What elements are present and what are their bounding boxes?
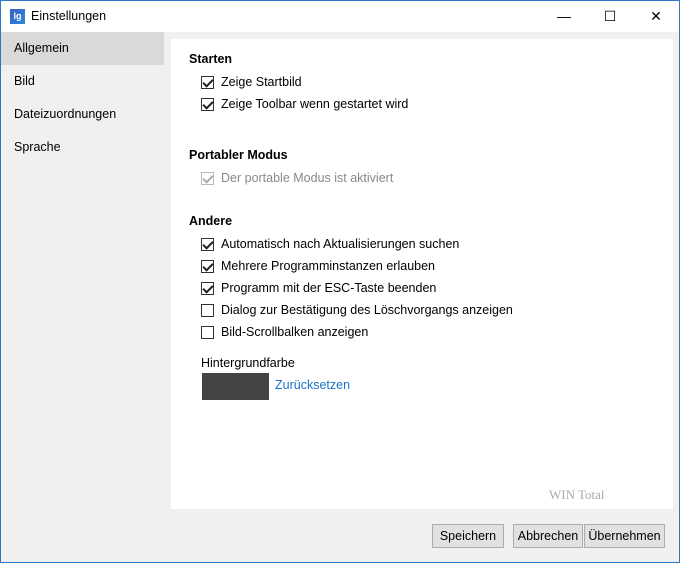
settings-panel: Starten Zeige Startbild Zeige Toolbar we… [171, 39, 673, 509]
reset-link[interactable]: Zurücksetzen [275, 378, 350, 392]
section-title-andere: Andere [189, 214, 233, 228]
minimize-button[interactable]: — [541, 1, 587, 32]
checkbox-label: Der portable Modus ist aktiviert [221, 171, 394, 185]
checkbox-instances[interactable]: Mehrere Programminstanzen erlauben [201, 258, 435, 274]
settings-window: lg Einstellungen — ☐ ✕ Allgemein Bild Da… [0, 0, 680, 563]
checkbox-icon[interactable] [201, 97, 214, 111]
watermark-logo: WIN Total [549, 487, 605, 502]
checkbox-icon[interactable] [201, 237, 214, 251]
section-title-portabel: Portabler Modus [189, 148, 288, 162]
app-icon: lg [10, 9, 25, 24]
checkbox-label: Zeige Toolbar wenn gestartet wird [221, 97, 409, 111]
checkbox-label: Bild-Scrollbalken anzeigen [221, 325, 369, 339]
sidebar-item-dateizuordnungen[interactable]: Dateizuordnungen [1, 98, 164, 131]
window-title: Einstellungen [31, 9, 107, 23]
checkbox-icon[interactable] [201, 259, 214, 273]
checkbox-toolbar[interactable]: Zeige Toolbar wenn gestartet wird [201, 96, 408, 112]
checkbox-icon[interactable] [201, 303, 214, 317]
checkbox-icon[interactable] [201, 281, 214, 295]
sidebar-item-allgemein[interactable]: Allgemein [1, 32, 164, 65]
checkbox-icon [201, 171, 214, 185]
title-bar: lg Einstellungen — ☐ ✕ [1, 1, 679, 32]
checkbox-label: Mehrere Programminstanzen erlauben [221, 259, 435, 273]
background-color-swatch[interactable] [202, 373, 269, 400]
sidebar-item-bild[interactable]: Bild [1, 65, 164, 98]
section-title-starten: Starten [189, 52, 233, 66]
checkbox-updates[interactable]: Automatisch nach Aktualisierungen suchen [201, 236, 459, 252]
apply-button[interactable]: Übernehmen [584, 524, 665, 548]
checkbox-label: Automatisch nach Aktualisierungen suchen [221, 237, 460, 251]
checkbox-delete-confirm[interactable]: Dialog zur Bestätigung des Löschvorgangs… [201, 302, 513, 318]
checkbox-esc[interactable]: Programm mit der ESC-Taste beenden [201, 280, 436, 296]
sidebar-item-sprache[interactable]: Sprache [1, 131, 164, 164]
checkbox-icon[interactable] [201, 325, 214, 339]
checkbox-icon[interactable] [201, 75, 214, 89]
save-button[interactable]: Speichern [432, 524, 504, 548]
checkbox-label: Zeige Startbild [221, 75, 302, 89]
cancel-button[interactable]: Abbrechen [513, 524, 583, 548]
checkbox-scrollbars[interactable]: Bild-Scrollbalken anzeigen [201, 324, 368, 340]
close-button[interactable]: ✕ [633, 1, 679, 32]
checkbox-portable: Der portable Modus ist aktiviert [201, 170, 393, 186]
sidebar: Allgemein Bild Dateizuordnungen Sprache [1, 32, 164, 164]
checkbox-label: Dialog zur Bestätigung des Löschvorgangs… [221, 303, 513, 317]
background-color-label: Hintergrundfarbe [201, 356, 295, 370]
checkbox-startbild[interactable]: Zeige Startbild [201, 74, 302, 90]
maximize-button[interactable]: ☐ [587, 1, 633, 32]
checkbox-label: Programm mit der ESC-Taste beenden [221, 281, 437, 295]
